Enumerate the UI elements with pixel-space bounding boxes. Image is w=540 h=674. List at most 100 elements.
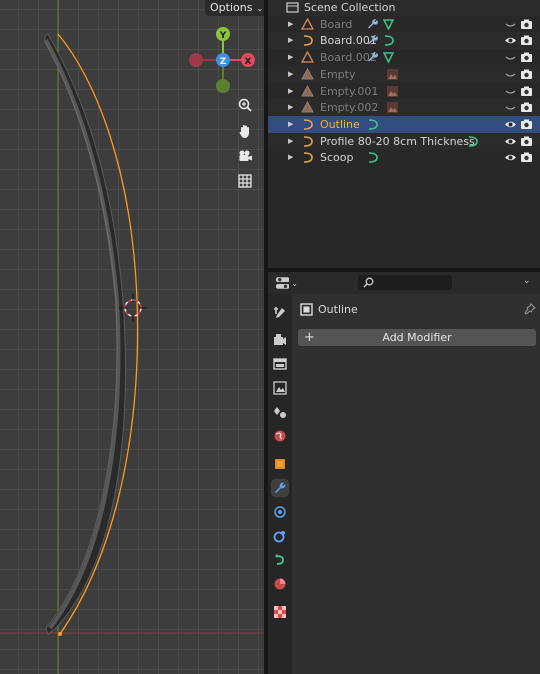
material-icon	[274, 578, 286, 590]
hand-icon[interactable]	[234, 120, 256, 142]
expand-arrow-icon[interactable]: ▶	[288, 149, 293, 166]
navigation-gizmo: Y X Z	[189, 27, 255, 93]
eye-closed-icon[interactable]	[504, 101, 517, 114]
physics-icon	[273, 531, 285, 543]
camera-icon[interactable]	[520, 18, 533, 31]
camera-icon[interactable]	[520, 135, 533, 148]
render-tab[interactable]	[271, 331, 289, 349]
outliner-row[interactable]: ▶ Profile 80-20 8cm Thickness	[268, 132, 540, 150]
chevron-down-icon[interactable]: ⌄	[523, 276, 531, 286]
properties-search-field[interactable]	[358, 275, 452, 290]
modifier-icons	[386, 101, 399, 114]
properties-editor-icon	[276, 277, 290, 289]
view-layer-tab[interactable]	[271, 379, 289, 397]
curve-icon	[303, 119, 313, 130]
camera-icon[interactable]	[234, 145, 256, 167]
empty-image-icon[interactable]	[386, 101, 399, 114]
options-dropdown[interactable]: Options ⌄	[205, 0, 264, 16]
outliner-row[interactable]: ▶ Outline	[268, 115, 540, 133]
eye-closed-icon[interactable]	[504, 85, 517, 98]
expand-arrow-icon[interactable]: ▶	[288, 49, 293, 66]
expand-arrow-icon[interactable]: ▶	[288, 116, 293, 133]
output-icon	[273, 358, 287, 370]
tool-tab[interactable]	[271, 304, 289, 322]
world-icon	[274, 430, 286, 442]
empty-icon	[301, 101, 314, 113]
expand-arrow-icon[interactable]: ▶	[288, 133, 293, 150]
properties-panel[interactable]: ⌄ ⌄ Outline + Add Modifier	[268, 272, 540, 674]
outliner-row[interactable]: ▶ Empty	[268, 65, 540, 83]
camera-icon[interactable]	[520, 34, 533, 47]
empty-icon	[301, 67, 314, 80]
eye-icon[interactable]	[504, 135, 517, 148]
pin-icon[interactable]	[524, 303, 536, 315]
eye-icon[interactable]	[504, 151, 517, 164]
outliner-item-label: Empty.002	[320, 101, 379, 115]
vertex-group-icon[interactable]	[382, 18, 395, 31]
material-tab[interactable]	[271, 575, 289, 593]
eye-closed-icon[interactable]	[504, 51, 517, 64]
editor-type-button[interactable]: ⌄	[276, 275, 298, 291]
modifier-icons	[366, 118, 379, 131]
curve-icon[interactable]	[382, 34, 395, 47]
gizmo-z-label: Z	[220, 57, 227, 67]
eye-icon[interactable]	[504, 34, 517, 47]
curve-icon[interactable]	[366, 151, 379, 164]
camera-icon[interactable]	[520, 118, 533, 131]
object-tab[interactable]	[271, 455, 289, 473]
chevron-down-icon: ⌄	[291, 278, 298, 288]
curve-icon[interactable]	[366, 118, 379, 131]
outliner-row[interactable]: ▶ Scoop	[268, 149, 540, 166]
wrench-icon[interactable]	[366, 34, 379, 47]
expand-arrow-icon[interactable]: ▶	[288, 66, 293, 83]
wrench-icon[interactable]	[366, 18, 379, 31]
outliner-row[interactable]: ▶ Empty.001	[268, 83, 540, 100]
outliner-row[interactable]: ▶ Board.002	[268, 49, 540, 66]
modifiers-tab[interactable]	[271, 479, 289, 497]
add-modifier-button[interactable]: + Add Modifier	[298, 329, 536, 346]
properties-header: ⌄ ⌄	[268, 272, 540, 294]
camera-icon[interactable]	[520, 68, 533, 81]
wrench-icon[interactable]	[366, 51, 379, 64]
scene-collection-row[interactable]: Scene Collection	[268, 0, 540, 16]
properties-tabs	[268, 294, 292, 674]
camera-icon[interactable]	[520, 101, 533, 114]
eye-closed-icon[interactable]	[504, 68, 517, 81]
camera-icon[interactable]	[520, 151, 533, 164]
texture-tab[interactable]	[271, 603, 289, 621]
expand-arrow-icon[interactable]: ▶	[288, 99, 293, 116]
collection-icon	[286, 2, 299, 13]
3d-viewport[interactable]: Y X Z Options ⌄	[0, 0, 264, 674]
grid-icon[interactable]	[234, 170, 256, 192]
outliner-row[interactable]: ▶ Board.001	[268, 32, 540, 50]
output-tab[interactable]	[271, 355, 289, 373]
expand-arrow-icon[interactable]: ▶	[288, 16, 293, 33]
mesh-icon	[301, 17, 314, 30]
gizmo-x-label: X	[245, 57, 252, 67]
outliner-panel[interactable]: Scene Collection ▶ Board ▶ Board.001 ▶ Board.0…	[268, 0, 540, 268]
physics-tab[interactable]	[271, 527, 289, 545]
modifier-icons	[366, 51, 395, 64]
eye-icon[interactable]	[504, 118, 517, 131]
search-icon	[363, 277, 374, 288]
expand-arrow-icon[interactable]: ▶	[288, 83, 293, 100]
outliner-row[interactable]: ▶ Empty.002	[268, 99, 540, 117]
modifier-icons	[366, 151, 379, 164]
zoom-icon[interactable]	[234, 94, 256, 116]
mesh-icon	[301, 51, 314, 63]
scene-tab[interactable]	[271, 403, 289, 421]
curve-icon[interactable]	[466, 135, 479, 148]
camera-icon[interactable]	[520, 51, 533, 64]
add-modifier-label: Add Modifier	[382, 331, 452, 344]
particles-tab[interactable]	[271, 503, 289, 521]
world-tab[interactable]	[271, 427, 289, 445]
eye-closed-icon[interactable]	[504, 18, 517, 31]
empty-image-icon[interactable]	[386, 85, 399, 98]
empty-image-icon[interactable]	[386, 68, 399, 81]
expand-arrow-icon[interactable]: ▶	[288, 32, 293, 49]
vertex-group-icon[interactable]	[382, 51, 395, 64]
object-name-row: Outline	[298, 302, 538, 318]
camera-icon[interactable]	[520, 85, 533, 98]
outliner-row[interactable]: ▶ Board	[268, 16, 540, 33]
object-data-tab[interactable]	[271, 551, 289, 569]
